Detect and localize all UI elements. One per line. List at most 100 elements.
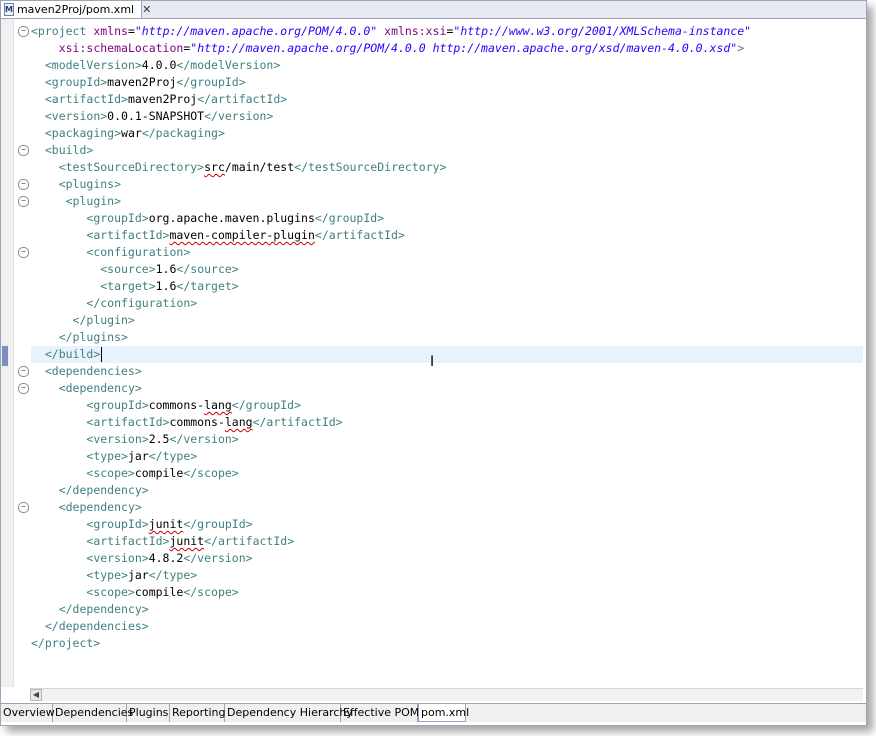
tab-pom-xml[interactable]: pom.xml	[418, 704, 469, 722]
code-line[interactable]: <groupId>junit</groupId>	[1, 516, 863, 533]
fold-toggle-icon[interactable]: −	[18, 247, 29, 258]
code-line[interactable]: − <dependency>	[1, 499, 863, 516]
code-line[interactable]: <artifactId>maven2Proj</artifactId>	[1, 91, 863, 108]
code-token: 1.6	[155, 279, 177, 293]
misspelled-token: src	[204, 160, 225, 174]
code-token: "http://maven.apache.org/POM/4.0.0"	[134, 24, 378, 38]
code-text: <dependency>	[31, 499, 142, 516]
code-line[interactable]: − <dependency>	[1, 380, 863, 397]
code-text: <plugin>	[31, 193, 121, 210]
scroll-left-icon[interactable]: ◀	[30, 689, 42, 701]
code-line[interactable]: <groupId>org.apache.maven.plugins</group…	[1, 210, 863, 227]
code-text: <groupId>org.apache.maven.plugins</group…	[31, 210, 384, 227]
code-line[interactable]: <testSourceDirectory>src/main/test</test…	[1, 159, 863, 176]
code-line[interactable]: xsi:schemaLocation="http://maven.apache.…	[1, 40, 863, 57]
fold-toggle-icon[interactable]: −	[18, 383, 29, 394]
maven-file-icon: M	[4, 3, 14, 16]
code-token: </target>	[176, 279, 239, 293]
code-token: 0.0.1-SNAPSHOT	[107, 109, 205, 123]
fold-toggle-icon[interactable]: −	[18, 196, 29, 207]
code-text: <groupId>junit</groupId>	[31, 516, 252, 533]
fold-toggle-icon[interactable]: −	[18, 502, 29, 513]
code-line[interactable]: <groupId>maven2Proj</groupId>	[1, 74, 863, 91]
text-caret	[101, 347, 102, 362]
code-token: <type>	[86, 568, 128, 582]
code-line[interactable]: <version>0.0.1-SNAPSHOT</version>	[1, 108, 863, 125]
code-line[interactable]: <groupId>commons-lang</groupId>	[1, 397, 863, 414]
code-token: jar	[127, 449, 149, 463]
fold-toggle-icon[interactable]: −	[18, 145, 29, 156]
code-line[interactable]: − <plugin>	[1, 193, 863, 210]
code-line[interactable]: − <configuration>	[1, 244, 863, 261]
code-text: <version>0.0.1-SNAPSHOT</version>	[31, 108, 274, 125]
code-text: </dependencies>	[31, 618, 149, 635]
code-line[interactable]: <modelVersion>4.0.0</modelVersion>	[1, 57, 863, 74]
code-line[interactable]: <scope>compile</scope>	[1, 584, 863, 601]
editor-tab-pom[interactable]: M maven2Proj/pom.xml ✕	[1, 1, 151, 18]
fold-toggle-icon[interactable]: −	[18, 26, 29, 37]
code-line[interactable]: − <project xmlns="http://maven.apache.org…	[1, 23, 863, 40]
tab-reporting[interactable]: Reporting	[170, 704, 225, 722]
horizontal-scrollbar[interactable]: ◀	[30, 688, 863, 701]
code-line[interactable]: <artifactId>maven-compiler-plugin</artif…	[1, 227, 863, 244]
code-token: 4.0.0	[141, 58, 177, 72]
code-line[interactable]: <version>2.5</version>	[1, 431, 863, 448]
code-line[interactable]: <type>jar</type>	[1, 567, 863, 584]
code-line[interactable]: </configuration>	[1, 295, 863, 312]
code-token: </version>	[169, 432, 239, 446]
tab-dependency-hierarchy[interactable]: Dependency Hierarchy	[225, 704, 353, 722]
code-line[interactable]: </plugins>	[1, 329, 863, 346]
code-token: commons-	[148, 398, 205, 412]
code-line[interactable]: <target>1.6</target>	[1, 278, 863, 295]
code-line[interactable]: </dependencies>	[1, 618, 863, 635]
code-token: </packaging>	[141, 126, 225, 140]
close-icon[interactable]: ✕	[142, 3, 151, 16]
code-token: <project	[31, 24, 94, 38]
code-token: </source>	[176, 262, 239, 276]
fold-toggle-icon[interactable]: −	[18, 179, 29, 190]
fold-toggle-icon[interactable]: −	[18, 366, 29, 377]
tab-dependencies[interactable]: Dependencies	[53, 704, 133, 722]
xml-source-editor[interactable]: − <project xmlns="http://maven.apache.org…	[1, 19, 863, 687]
code-token: <version>	[86, 551, 149, 565]
code-token: </groupId>	[314, 211, 385, 225]
code-token: <source>	[100, 262, 156, 276]
code-token: /main/test	[224, 160, 295, 174]
tab-plugins[interactable]: Plugins	[127, 704, 170, 722]
code-line[interactable]: </dependency>	[1, 482, 863, 499]
code-token: </artifactId>	[314, 228, 405, 242]
tab-effective-pom[interactable]: Effective POM	[341, 704, 419, 722]
code-line[interactable]: </dependency>	[1, 601, 863, 618]
code-line[interactable]: </project>	[1, 635, 863, 652]
code-text: <target>1.6</target>	[31, 278, 239, 295]
code-line[interactable]: <type>jar</type>	[1, 448, 863, 465]
misspelled-token: junit	[169, 534, 205, 548]
code-line[interactable]: </plugin>	[1, 312, 863, 329]
code-line[interactable]: <scope>compile</scope>	[1, 465, 863, 482]
code-token: <plugins>	[58, 177, 122, 191]
code-line[interactable]: − <build>	[1, 142, 863, 159]
code-text: <version>2.5</version>	[31, 431, 239, 448]
code-token: <groupId>	[86, 517, 149, 531]
code-line[interactable]: <source>1.6</source>	[1, 261, 863, 278]
code-line[interactable]: <artifactId>commons-lang</artifactId>	[1, 414, 863, 431]
code-token: <plugin>	[65, 194, 122, 208]
code-token: </dependency>	[58, 483, 149, 497]
code-line[interactable]: <packaging>war</packaging>	[1, 125, 863, 142]
code-line[interactable]: <version>4.8.2</version>	[1, 550, 863, 567]
code-line[interactable]: <artifactId>junit</artifactId>	[1, 533, 863, 550]
editor-tab-bar: M maven2Proj/pom.xml ✕	[1, 1, 866, 19]
code-text: </plugins>	[31, 329, 128, 346]
code-token: </version>	[204, 109, 274, 123]
tab-overview[interactable]: Overview	[1, 704, 55, 722]
code-line[interactable]: − <plugins>	[1, 176, 863, 193]
pom-editor-page-tabs: Overview Dependencies Plugins Reporting Depe…	[1, 703, 866, 722]
